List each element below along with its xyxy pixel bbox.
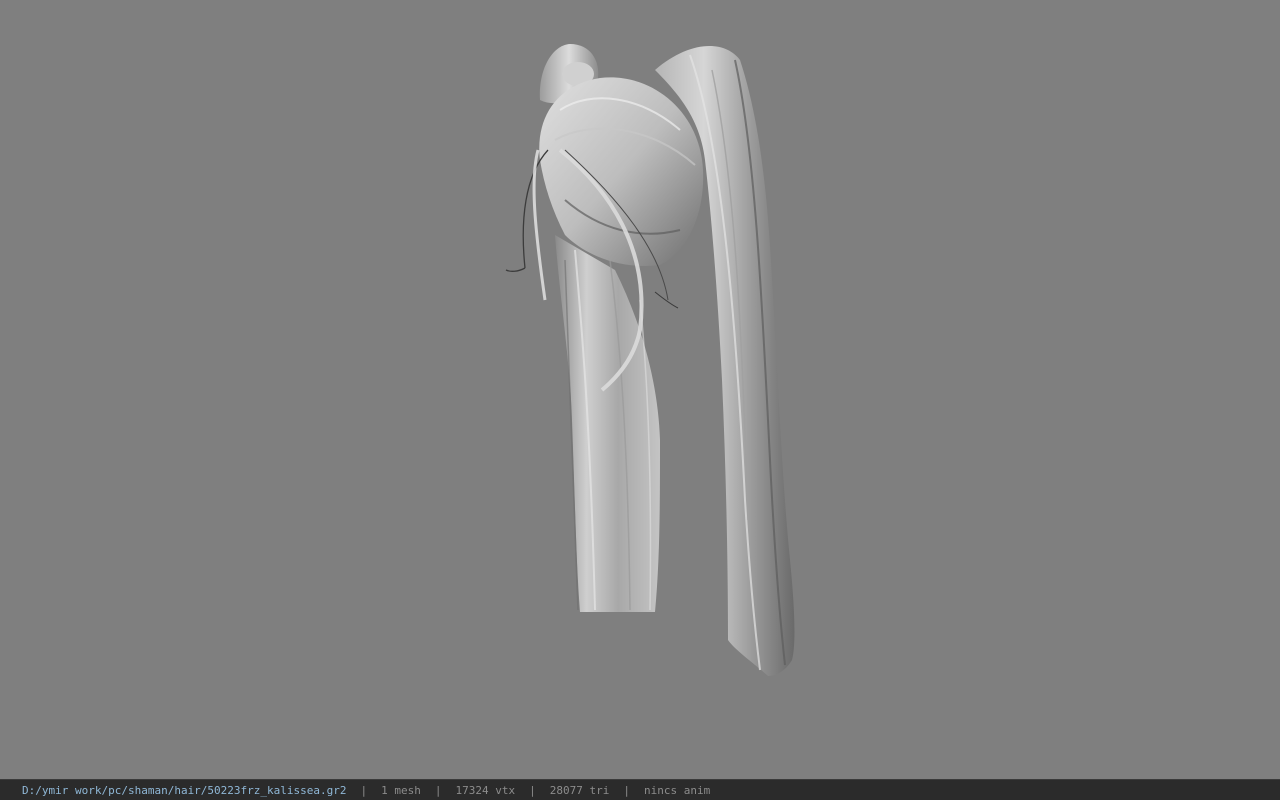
3d-viewport[interactable] <box>0 0 1280 779</box>
triangle-count-label: 28077 tri <box>549 783 610 797</box>
separator: | <box>529 783 536 797</box>
left-hair-strand <box>555 235 660 612</box>
status-bar: D:/ymir work/pc/shaman/hair/50223frz_kal… <box>0 779 1280 800</box>
hair-model-render[interactable] <box>0 0 1280 779</box>
separator: | <box>434 783 442 797</box>
vertex-count-label: 17324 vtx <box>455 783 516 797</box>
file-path-label: D:/ymir work/pc/shaman/hair/50223frz_kal… <box>22 783 347 797</box>
separator: | <box>360 783 368 797</box>
hair-cap <box>539 77 704 266</box>
separator: | <box>623 783 630 797</box>
mesh-count-label: 1 mesh <box>381 783 421 797</box>
anim-status-label: nincs anim <box>643 783 711 797</box>
